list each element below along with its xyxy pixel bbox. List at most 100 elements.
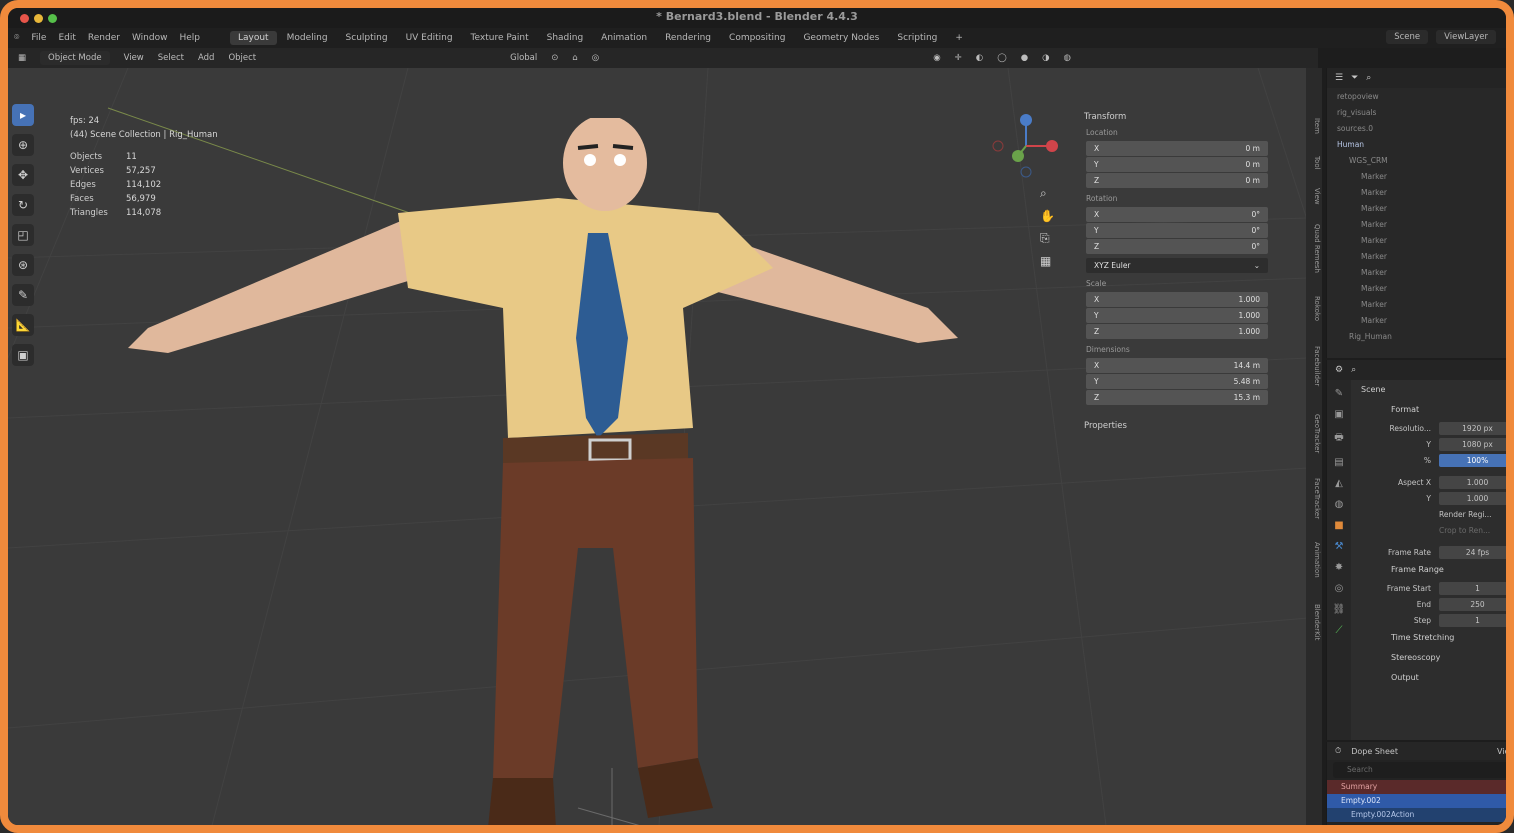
dimension-x-field[interactable]: X 14.4 m	[1086, 358, 1268, 373]
scene-tab-icon[interactable]: ◭	[1335, 478, 1343, 489]
particles-tab-icon[interactable]: ✸	[1335, 562, 1343, 573]
render-region-checkbox[interactable]: Render Regi...	[1439, 510, 1506, 519]
physics-tab-icon[interactable]: ◎	[1335, 583, 1344, 594]
proportional-edit-icon[interactable]: ◎	[592, 53, 599, 63]
tab-geometry-nodes[interactable]: Geometry Nodes	[795, 31, 887, 45]
add-menu[interactable]: Add	[198, 53, 214, 63]
outliner-item[interactable]: Marker	[1327, 312, 1506, 328]
sidetab-item[interactable]: Item	[1307, 118, 1321, 134]
move-icon[interactable]: ✥	[12, 164, 34, 186]
annotate-icon[interactable]: ✎	[12, 284, 34, 306]
tab-scripting[interactable]: Scripting	[889, 31, 945, 45]
pan-hand-icon[interactable]: ✋	[1040, 209, 1055, 223]
summary-channel[interactable]: Summary	[1327, 780, 1506, 794]
sidetab-rokoko[interactable]: Rokoko	[1307, 296, 1321, 321]
resolution-y-field[interactable]: 1080 px	[1439, 437, 1506, 451]
object-channel[interactable]: Empty.002	[1327, 794, 1506, 808]
minimize-window-button[interactable]	[34, 14, 43, 23]
menu-render[interactable]: Render	[88, 33, 120, 43]
outliner-item[interactable]: sources.0	[1327, 120, 1506, 136]
outliner-item[interactable]: Marker	[1327, 216, 1506, 232]
dope-sheet-search-input[interactable]: Search	[1333, 762, 1506, 778]
rotation-x-field[interactable]: X 0°	[1086, 207, 1268, 222]
outliner-item[interactable]: rig_visuals	[1327, 104, 1506, 120]
scale-y-field[interactable]: Y 1.000	[1086, 308, 1268, 323]
action-channel[interactable]: Empty.002Action	[1327, 808, 1506, 822]
format-panel-header[interactable]: Format	[1351, 400, 1506, 420]
viewlayer-selector[interactable]: ViewLayer	[1436, 30, 1496, 44]
location-y-field[interactable]: Y0 m	[1086, 157, 1268, 172]
outliner-item[interactable]: WGS_CRM	[1327, 152, 1506, 168]
sidetab-view[interactable]: View	[1307, 188, 1321, 205]
aspect-y-field[interactable]: 1.000	[1439, 491, 1506, 505]
search-icon[interactable]: ⌕	[1366, 73, 1371, 83]
overlay-icon[interactable]: ◐	[976, 53, 983, 63]
transform-header[interactable]: Transform	[1084, 112, 1292, 122]
frame-end-field[interactable]: 250	[1439, 597, 1506, 611]
frame-rate-dropdown[interactable]: 24 fps	[1439, 545, 1506, 559]
menu-window[interactable]: Window	[132, 33, 168, 43]
navigation-gizmo[interactable]	[986, 114, 1066, 184]
outliner-item[interactable]: Marker	[1327, 248, 1506, 264]
modifier-tab-icon[interactable]: ⚒	[1335, 541, 1344, 552]
tab-compositing[interactable]: Compositing	[721, 31, 793, 45]
constraints-tab-icon[interactable]: ⛓	[1333, 604, 1346, 615]
sidetab-quad-remesh[interactable]: Quad Remesh	[1307, 224, 1321, 273]
shading-material-icon[interactable]: ◑	[1042, 53, 1049, 63]
outliner-item[interactable]: Marker	[1327, 296, 1506, 312]
tab-modeling[interactable]: Modeling	[279, 31, 336, 45]
tab-sculpting[interactable]: Sculpting	[338, 31, 396, 45]
outliner-filter-icon[interactable]: ⏷	[1351, 73, 1358, 83]
outliner-item[interactable]: Marker	[1327, 184, 1506, 200]
select-box-icon[interactable]: ▸	[12, 104, 34, 126]
location-x-field[interactable]: X0 m	[1086, 141, 1268, 156]
resolution-percent-slider[interactable]: 100%	[1439, 453, 1506, 467]
aspect-x-field[interactable]: 1.000	[1439, 475, 1506, 489]
sidetab-facetracker[interactable]: FaceTracker	[1307, 478, 1321, 519]
dimension-z-field[interactable]: Z 15.3 m	[1086, 390, 1268, 405]
sidetab-facebuilder[interactable]: Facebuilder	[1307, 346, 1321, 386]
shading-wireframe-icon[interactable]: ◯	[997, 53, 1007, 63]
location-z-field[interactable]: Z0 m	[1086, 173, 1268, 188]
frame-start-field[interactable]: 1	[1439, 581, 1506, 595]
outliner-item[interactable]: Marker	[1327, 200, 1506, 216]
close-window-button[interactable]	[20, 14, 29, 23]
outliner-item[interactable]: retopoview	[1327, 88, 1506, 104]
object-menu[interactable]: Object	[228, 53, 256, 63]
measure-icon[interactable]: 📐	[12, 314, 34, 336]
add-cube-icon[interactable]: ▣	[12, 344, 34, 366]
outliner-editor-icon[interactable]: ☰	[1335, 73, 1343, 83]
sidetab-geotracker[interactable]: GeoTracker	[1307, 414, 1321, 453]
rotation-z-field[interactable]: Z 0°	[1086, 239, 1268, 254]
data-tab-icon[interactable]: ⟋	[1336, 625, 1343, 636]
search-icon[interactable]: ⌕	[1351, 365, 1356, 375]
tab-uv-editing[interactable]: UV Editing	[398, 31, 461, 45]
crop-to-render-checkbox[interactable]: Crop to Ren...	[1439, 526, 1506, 535]
frame-step-field[interactable]: 1	[1439, 613, 1506, 627]
snap-icon[interactable]: ⌂	[572, 53, 577, 63]
blender-logo-icon[interactable]: ⌾	[14, 33, 19, 43]
properties-subpanel[interactable]: Properties	[1084, 421, 1292, 431]
tab-animation[interactable]: Animation	[593, 31, 655, 45]
tab-shading[interactable]: Shading	[539, 31, 592, 45]
visibility-icon[interactable]: ◉	[933, 53, 940, 63]
sidetab-animation[interactable]: Animation	[1307, 542, 1321, 578]
rotate-icon[interactable]: ↻	[12, 194, 34, 216]
resolution-x-field[interactable]: 1920 px	[1439, 421, 1506, 435]
tool-tab-icon[interactable]: ✎	[1335, 388, 1343, 399]
view-layer-tab-icon[interactable]: ▤	[1334, 457, 1343, 468]
dope-sheet-mode-dropdown[interactable]: Dope Sheet	[1351, 747, 1398, 756]
menu-edit[interactable]: Edit	[58, 33, 75, 43]
editor-type-icon[interactable]: ▦	[18, 53, 26, 63]
select-menu[interactable]: Select	[158, 53, 184, 63]
scale-x-field[interactable]: X 1.000	[1086, 292, 1268, 307]
sidetab-blenderkit[interactable]: BlenderKit	[1307, 604, 1321, 640]
menu-help[interactable]: Help	[179, 33, 200, 43]
dope-sheet-editor-icon[interactable]: ⏱	[1335, 746, 1341, 756]
menu-file[interactable]: File	[31, 33, 46, 43]
output-tab-icon[interactable]: 🖶	[1334, 430, 1343, 447]
properties-editor-icon[interactable]: ⚙	[1335, 365, 1343, 375]
render-tab-icon[interactable]: ▣	[1334, 409, 1343, 420]
shading-solid-icon[interactable]: ●	[1021, 53, 1028, 63]
rotation-y-field[interactable]: Y 0°	[1086, 223, 1268, 238]
